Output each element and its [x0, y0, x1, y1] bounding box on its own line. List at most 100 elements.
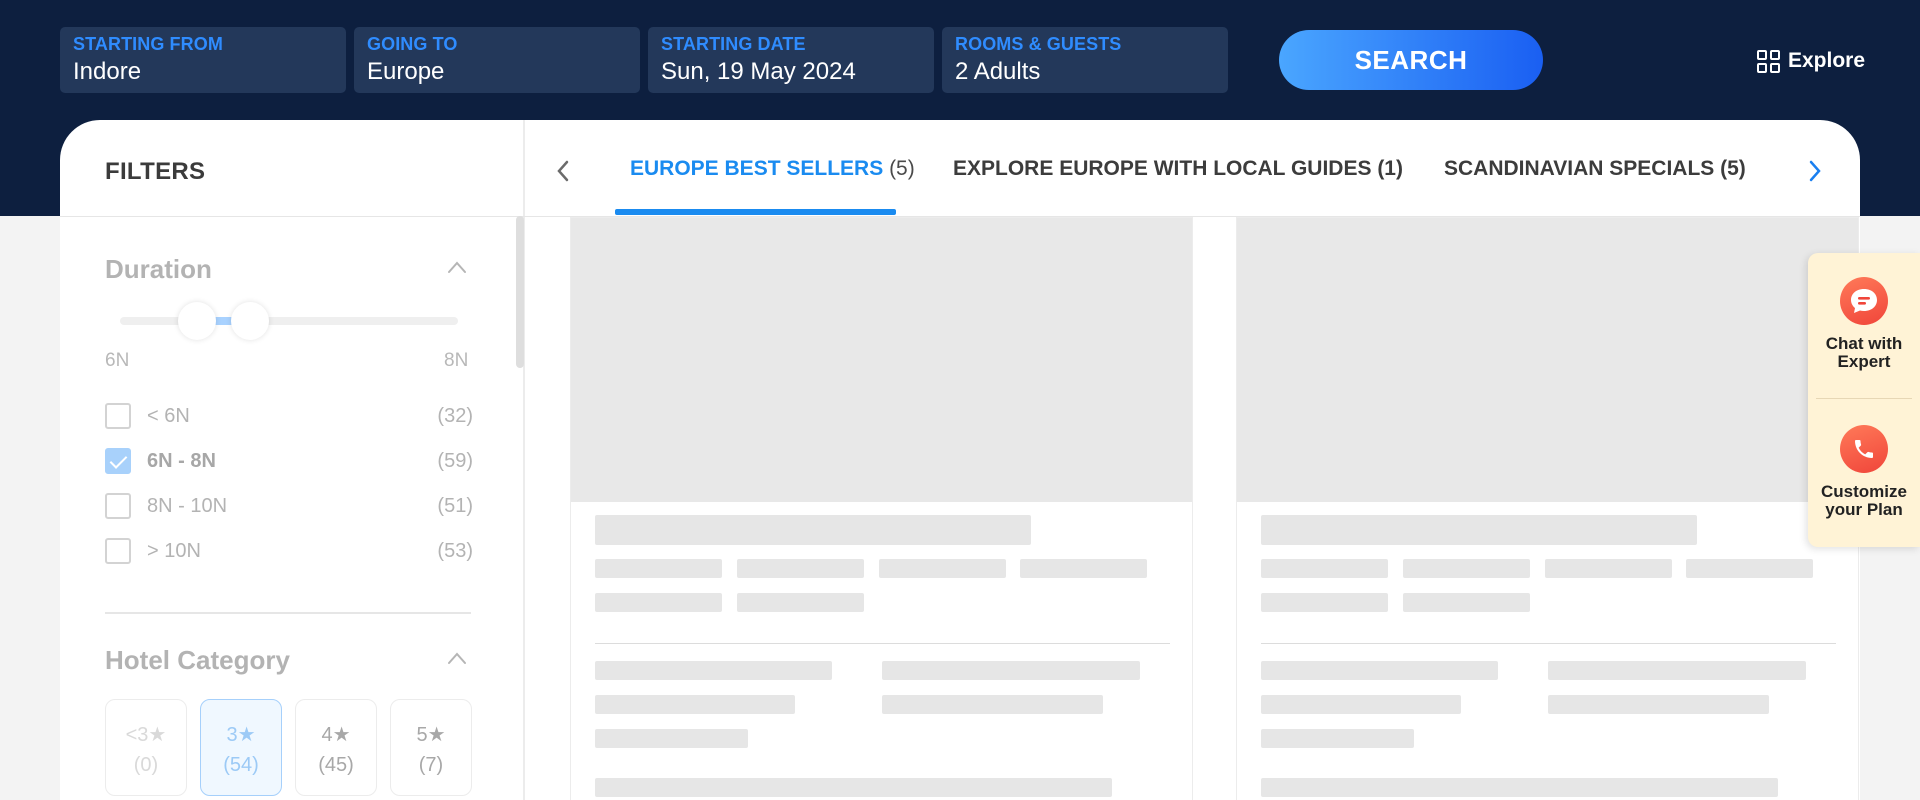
text-placeholder — [595, 593, 722, 612]
grid-icon — [1757, 49, 1780, 73]
checkbox[interactable] — [105, 448, 131, 474]
phone-icon — [1840, 425, 1888, 473]
filters-title: FILTERS — [105, 158, 206, 185]
text-placeholder — [1548, 695, 1769, 714]
option-label: 6N - 8N — [147, 450, 216, 472]
option-label: > 10N — [147, 540, 201, 562]
star-label: 5★ — [416, 724, 446, 746]
text-placeholder — [737, 593, 864, 612]
hotel-category-lt3-star[interactable]: <3★ (0) — [105, 699, 187, 796]
search-button[interactable]: SEARCH — [1279, 30, 1543, 90]
duration-title: Duration — [105, 254, 212, 284]
widget-divider — [1816, 398, 1912, 399]
hotel-category-4-star[interactable]: 4★ (45) — [295, 699, 377, 796]
explore-label: Explore — [1788, 49, 1866, 72]
duration-slider-min-handle[interactable] — [178, 302, 216, 340]
option-count: (32) — [437, 405, 473, 427]
card-divider — [1261, 643, 1836, 644]
duration-option-8n-10n[interactable]: 8N - 10N (51) — [105, 493, 473, 521]
going-to-value: Europe — [367, 58, 445, 85]
text-placeholder — [595, 729, 748, 748]
star-label: <3★ — [125, 724, 167, 746]
duration-min-label: 6N — [105, 350, 130, 371]
title-placeholder — [595, 515, 1031, 545]
going-to-label: GOING TO — [367, 34, 458, 54]
card-image-placeholder — [1237, 218, 1858, 502]
text-placeholder — [1261, 695, 1461, 714]
checkbox[interactable] — [105, 538, 131, 564]
option-label: < 6N — [147, 405, 190, 427]
duration-slider-max-handle[interactable] — [231, 302, 269, 340]
package-card-skeleton — [1236, 217, 1859, 800]
duration-option-lt6n[interactable]: < 6N (32) — [105, 403, 473, 431]
chevron-left-icon[interactable] — [548, 156, 578, 186]
star-count: (0) — [133, 754, 159, 776]
text-placeholder — [595, 778, 1112, 797]
text-placeholder — [737, 559, 864, 578]
text-placeholder — [595, 661, 832, 680]
tab-europe-best-sellers[interactable]: EUROPE BEST SELLERS (5) — [630, 157, 915, 181]
text-placeholder — [595, 559, 722, 578]
customize-label-line1: Customize — [1821, 482, 1907, 501]
text-placeholder — [1403, 593, 1530, 612]
starting-from-label: STARTING FROM — [73, 34, 223, 54]
filter-divider — [105, 612, 471, 614]
duration-option-6n-8n[interactable]: 6N - 8N (59) — [105, 448, 473, 476]
chat-with-expert-button[interactable]: Chat with Expert — [1808, 277, 1920, 371]
option-count: (53) — [437, 540, 473, 562]
text-placeholder — [1545, 559, 1672, 578]
checkbox[interactable] — [105, 493, 131, 519]
explore-link[interactable]: Explore — [1757, 46, 1865, 76]
tab-label: EUROPE BEST SELLERS — [630, 157, 884, 180]
going-to-field[interactable]: GOING TO Europe — [354, 27, 640, 93]
text-placeholder — [882, 661, 1140, 680]
text-placeholder — [1261, 593, 1388, 612]
starting-from-value: Indore — [73, 58, 142, 85]
rooms-guests-label: ROOMS & GUESTS — [955, 34, 1122, 54]
starting-date-value: Sun, 19 May 2024 — [661, 58, 856, 85]
customize-label-line2: your Plan — [1825, 500, 1903, 519]
tab-label: EXPLORE EUROPE WITH LOCAL GUIDES (1) — [953, 157, 1403, 180]
chevron-right-icon[interactable] — [1800, 156, 1830, 186]
tab-label: SCANDINAVIAN SPECIALS (5) — [1444, 157, 1746, 180]
text-placeholder — [595, 695, 795, 714]
hotel-category-5-star[interactable]: 5★ (7) — [390, 699, 472, 796]
card-image-placeholder — [571, 218, 1192, 502]
card-divider — [595, 643, 1170, 644]
chat-label-line1: Chat with — [1825, 334, 1903, 353]
text-placeholder — [1261, 559, 1388, 578]
option-label: 8N - 10N — [147, 495, 228, 517]
checkbox[interactable] — [105, 403, 131, 429]
starting-date-label: STARTING DATE — [661, 34, 806, 54]
star-label: 4★ — [321, 724, 351, 746]
text-placeholder — [1686, 559, 1813, 578]
rooms-guests-value: 2 Adults — [955, 58, 1041, 85]
chevron-up-icon[interactable] — [447, 651, 467, 671]
star-count: (7) — [418, 754, 444, 776]
customize-plan-button[interactable]: Customize your Plan — [1808, 425, 1920, 519]
duration-slider[interactable] — [120, 317, 458, 325]
chat-bubble-icon — [1840, 277, 1888, 325]
help-widget: Chat with Expert Customize your Plan — [1808, 253, 1920, 547]
starting-from-field[interactable]: STARTING FROM Indore — [60, 27, 346, 93]
hotel-category-3-star[interactable]: 3★ (54) — [200, 699, 282, 796]
tab-count: (5) — [889, 157, 915, 180]
starting-date-field[interactable]: STARTING DATE Sun, 19 May 2024 — [648, 27, 934, 93]
sidebar-scrollbar[interactable] — [516, 216, 524, 368]
star-count: (54) — [223, 754, 259, 776]
text-placeholder — [1261, 729, 1414, 748]
text-placeholder — [1261, 778, 1778, 797]
rooms-guests-field[interactable]: ROOMS & GUESTS 2 Adults — [942, 27, 1228, 93]
star-count: (45) — [318, 754, 354, 776]
tab-explore-europe-local-guides[interactable]: EXPLORE EUROPE WITH LOCAL GUIDES (1) — [953, 157, 1403, 181]
tab-scandinavian-specials[interactable]: SCANDINAVIAN SPECIALS (5) — [1444, 157, 1746, 181]
chat-label-line2: Expert — [1837, 352, 1891, 371]
duration-option-gt10n[interactable]: > 10N (53) — [105, 538, 473, 566]
text-placeholder — [1020, 559, 1147, 578]
active-tab-indicator — [615, 209, 896, 215]
chevron-up-icon[interactable] — [447, 260, 467, 280]
text-placeholder — [879, 559, 1006, 578]
title-placeholder — [1261, 515, 1697, 545]
text-placeholder — [1403, 559, 1530, 578]
text-placeholder — [1261, 661, 1498, 680]
